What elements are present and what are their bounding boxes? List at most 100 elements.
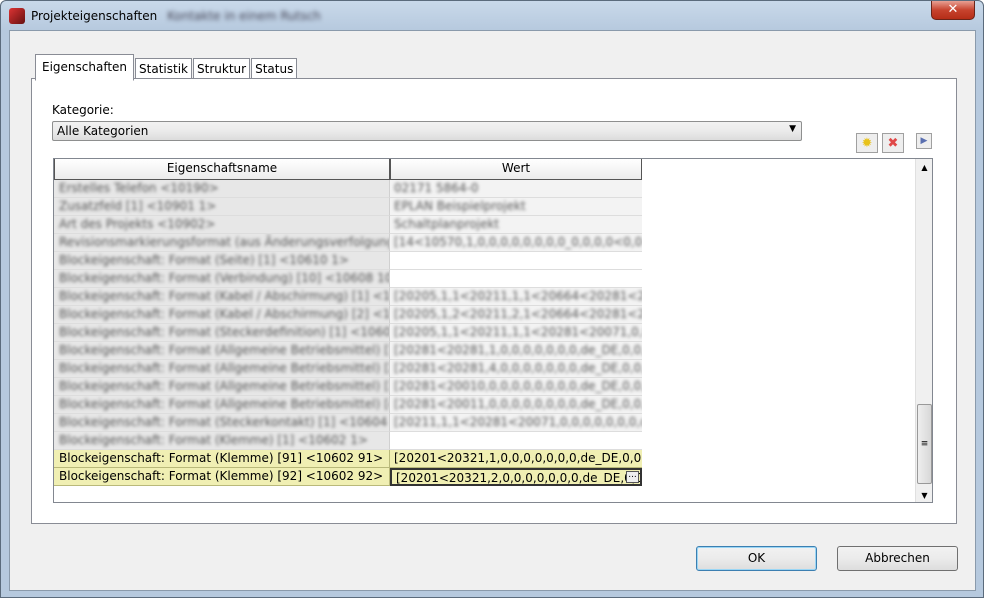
property-value-text: 02171 5864-0 <box>394 181 479 195</box>
property-name[interactable]: Revisionsmarkierungsformat (aus Änderung… <box>54 234 390 252</box>
property-name-text: Blockeigenschaft: Format (Kabel / Abschi… <box>59 307 390 321</box>
column-header-name[interactable]: Eigenschaftsname <box>54 159 390 180</box>
property-value[interactable]: [20201<20321,2,0,0,0,0,0,0,0,de_DE,0,0,0… <box>390 468 642 486</box>
property-name[interactable]: Blockeigenschaft: Format (Allgemeine Bet… <box>54 342 390 360</box>
table-row[interactable]: Blockeigenschaft: Format (Seite) [1] <10… <box>54 252 932 270</box>
property-name-text: Blockeigenschaft: Format (Klemme) [92] <… <box>59 469 384 483</box>
property-value-text: Schaltplanprojekt <box>394 217 500 231</box>
table-row[interactable]: Blockeigenschaft: Format (Allgemeine Bet… <box>54 360 932 378</box>
property-name[interactable]: Blockeigenschaft: Format (Kabel / Abschi… <box>54 306 390 324</box>
property-name-text: Blockeigenschaft: Format (Kabel / Abschi… <box>59 289 390 303</box>
tab-strip: Eigenschaften Statistik Struktur Status <box>35 54 298 81</box>
property-grid: Eigenschaftsname Wert Erstelles Telefon … <box>53 158 933 503</box>
property-name[interactable]: Blockeigenschaft: Format (Steckerdefinit… <box>54 324 390 342</box>
scrollbar-thumb[interactable]: ≡ <box>917 404 932 484</box>
property-value-text: [20211,1,1<20281<20071,0,0,0,0,0,0,0,de.… <box>394 415 642 429</box>
category-select[interactable]: Alle Kategorien ▼ <box>52 121 802 141</box>
property-name-text: Blockeigenschaft: Format (Allgemeine Bet… <box>59 397 389 411</box>
property-value[interactable] <box>390 270 642 288</box>
delete-property-button[interactable]: ✖ <box>882 133 904 153</box>
expand-button[interactable]: ▶ <box>916 133 932 149</box>
property-value[interactable]: [20205,1,2<20211,2,1<20664<20281<20028..… <box>390 306 642 324</box>
property-name-text: Blockeigenschaft: Format (Allgemeine Bet… <box>59 379 389 393</box>
property-name-text: Blockeigenschaft: Format (Allgemeine Bet… <box>59 343 389 357</box>
red-x-icon: ✖ <box>887 135 899 151</box>
property-value[interactable]: [14<10570,1,0,0,0,0,0,0,0,0_0,0,0,0<0,0<… <box>390 234 642 252</box>
property-name[interactable]: Blockeigenschaft: Format (Klemme) [1] <1… <box>54 432 390 450</box>
app-icon <box>9 8 25 24</box>
table-row[interactable]: Blockeigenschaft: Format (Klemme) [92] <… <box>54 468 932 486</box>
chevron-down-icon: ▼ <box>789 124 796 134</box>
property-value[interactable]: [20281<20281,4,0,0,0,0,0,0,0,de_DE,0,0,1… <box>390 360 642 378</box>
property-value[interactable]: [20281<20010,0,0,0,0,0,0,0,0,de_DE,0,0,1… <box>390 378 642 396</box>
table-row[interactable]: Zusatzfeld [1] <10901 1> EPLAN Beispielpr… <box>54 198 932 216</box>
tab-status[interactable]: Status <box>251 58 298 80</box>
table-row[interactable]: Revisionsmarkierungsformat (aus Änderung… <box>54 234 932 252</box>
property-value[interactable]: [20281<20281,1,0,0,0,0,0,0,0,de_DE,0,0,1… <box>390 342 642 360</box>
play-arrow-icon: ▶ <box>920 136 928 146</box>
dialog-window: Projekteigenschaften Kontakte in einem R… <box>0 0 984 598</box>
property-name[interactable]: Blockeigenschaft: Format (Klemme) [91] <… <box>54 450 390 468</box>
table-row[interactable]: Blockeigenschaft: Format (Verbindung) [1… <box>54 270 932 288</box>
property-name-text: Blockeigenschaft: Format (Steckerdefinit… <box>59 325 390 339</box>
table-row[interactable]: Erstelles Telefon <10190> 02171 5864-0 <box>54 180 932 198</box>
property-value[interactable]: [20205,1,1<20211,1,1<20664<20281<20028..… <box>390 288 642 306</box>
property-value-text: [20201<20321,1,0,0,0,0,0,0,0,de_DE,0,0,0… <box>394 451 642 465</box>
grid-rows: Erstelles Telefon <10190> 02171 5864-0 Zus… <box>54 180 932 486</box>
title-bar: Projekteigenschaften Kontakte in einem R… <box>9 7 321 25</box>
new-property-button[interactable]: ✹ <box>856 133 878 153</box>
tab-struktur[interactable]: Struktur <box>193 58 251 80</box>
property-value[interactable]: [20211,1,1<20281<20071,0,0,0,0,0,0,0,de.… <box>390 414 642 432</box>
property-name[interactable]: Blockeigenschaft: Format (Steckerkontakt… <box>54 414 390 432</box>
window-title: Projekteigenschaften <box>31 9 158 23</box>
property-name[interactable]: Blockeigenschaft: Format (Allgemeine Bet… <box>54 360 390 378</box>
property-value[interactable]: 02171 5864-0 <box>390 180 642 198</box>
property-value-text: EPLAN Beispielprojekt <box>394 199 526 213</box>
property-value-text: [14<10570,1,0,0,0,0,0,0,0,0_0,0,0,0<0,0<… <box>394 235 642 249</box>
property-name[interactable]: Art des Projekts <10902> <box>54 216 390 234</box>
property-name[interactable]: Blockeigenschaft: Format (Allgemeine Bet… <box>54 396 390 414</box>
tab-panel: Kategorie: Alle Kategorien ▼ ✹ ✖ ▶ Eigens… <box>31 78 957 524</box>
table-row[interactable]: Blockeigenschaft: Format (Steckerdefinit… <box>54 324 932 342</box>
table-row[interactable]: Art des Projekts <10902> Schaltplanprojek… <box>54 216 932 234</box>
ellipsis-button[interactable]: ... <box>626 471 639 483</box>
property-value[interactable]: [20201<20321,1,0,0,0,0,0,0,0,de_DE,0,0,0… <box>390 450 642 468</box>
property-name[interactable]: Blockeigenschaft: Format (Allgemeine Bet… <box>54 378 390 396</box>
property-name-text: Blockeigenschaft: Format (Seite) [1] <10… <box>59 253 349 267</box>
property-name-text: Erstelles Telefon <10190> <box>59 181 219 195</box>
scroll-up-icon[interactable]: ▲ <box>916 163 932 172</box>
property-name[interactable]: Blockeigenschaft: Format (Klemme) [92] <… <box>54 468 390 486</box>
property-value[interactable] <box>390 432 642 450</box>
property-value[interactable] <box>390 252 642 270</box>
table-row[interactable]: Blockeigenschaft: Format (Allgemeine Bet… <box>54 378 932 396</box>
property-value-text: [20205,1,2<20211,2,1<20664<20281<20028..… <box>394 307 642 321</box>
table-row[interactable]: Blockeigenschaft: Format (Klemme) [91] <… <box>54 450 932 468</box>
property-name[interactable]: Blockeigenschaft: Format (Seite) [1] <10… <box>54 252 390 270</box>
table-row[interactable]: Blockeigenschaft: Format (Allgemeine Bet… <box>54 342 932 360</box>
property-name[interactable]: Blockeigenschaft: Format (Verbindung) [1… <box>54 270 390 288</box>
column-header-value[interactable]: Wert <box>390 159 642 180</box>
category-label: Kategorie: <box>52 103 114 117</box>
property-name[interactable]: Erstelles Telefon <10190> <box>54 180 390 198</box>
table-row[interactable]: Blockeigenschaft: Format (Klemme) [1] <1… <box>54 432 932 450</box>
tab-eigenschaften[interactable]: Eigenschaften <box>35 54 135 81</box>
category-value: Alle Kategorien <box>57 124 149 138</box>
vertical-scrollbar[interactable]: ▲ ≡ ▼ <box>915 159 932 502</box>
property-value-text: [20281<20281,1,0,0,0,0,0,0,0,de_DE,0,0,1… <box>394 343 642 357</box>
table-row[interactable]: Blockeigenschaft: Format (Allgemeine Bet… <box>54 396 932 414</box>
table-row[interactable]: Blockeigenschaft: Format (Kabel / Abschi… <box>54 306 932 324</box>
close-button[interactable]: ✕ <box>931 1 975 20</box>
table-row[interactable]: Blockeigenschaft: Format (Kabel / Abschi… <box>54 288 932 306</box>
tab-statistik[interactable]: Statistik <box>135 58 193 80</box>
table-row[interactable]: Blockeigenschaft: Format (Steckerkontakt… <box>54 414 932 432</box>
property-value[interactable]: EPLAN Beispielprojekt <box>390 198 642 216</box>
property-name[interactable]: Blockeigenschaft: Format (Kabel / Abschi… <box>54 288 390 306</box>
property-value[interactable]: [20281<20011,0,0,0,0,0,0,0,0,de_DE,0,0,1… <box>390 396 642 414</box>
ok-button[interactable]: OK <box>696 546 817 571</box>
scroll-down-icon[interactable]: ▼ <box>916 491 932 500</box>
property-value[interactable]: [20205,1,1<20211,1,1<20281<20071,0,0,0,0… <box>390 324 642 342</box>
property-name[interactable]: Zusatzfeld [1] <10901 1> <box>54 198 390 216</box>
property-value[interactable]: Schaltplanprojekt <box>390 216 642 234</box>
cancel-button[interactable]: Abbrechen <box>837 546 958 571</box>
property-value-text: [20205,1,1<20211,1,1<20664<20281<20028..… <box>394 289 642 303</box>
